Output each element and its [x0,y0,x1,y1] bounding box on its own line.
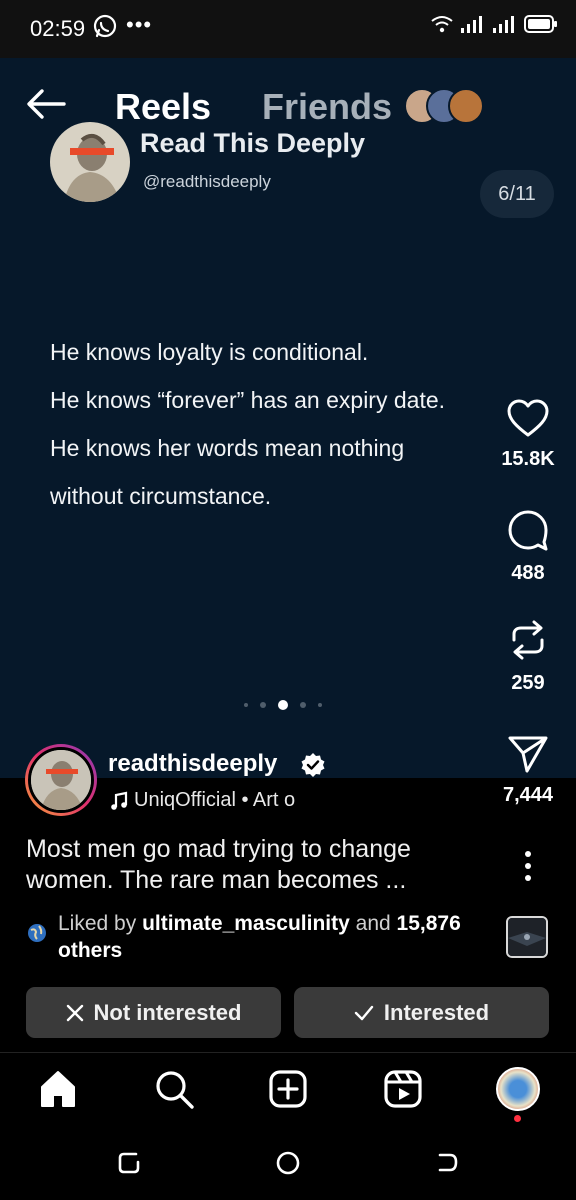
liked-prefix: Liked by [58,912,137,935]
system-back-icon[interactable] [432,1148,462,1178]
repost-action[interactable]: 259 [490,618,566,695]
verified-icon [301,753,325,777]
tab-friends[interactable]: Friends [262,86,392,128]
repost-count: 259 [511,672,545,694]
battery-icon [524,15,557,33]
comment-count: 488 [511,562,545,584]
status-time: 02:59 [30,16,86,41]
quote-text: He knows loyalty is conditional. He know… [50,328,445,520]
send-icon[interactable] [507,734,549,774]
carousel-dot [318,703,322,707]
post-author-handle: @readthisdeeply [143,172,271,191]
share-count: 7,444 [502,784,554,806]
search-icon[interactable] [152,1067,196,1111]
x-icon [66,1004,83,1021]
heart-icon[interactable] [506,398,550,438]
carousel-dot [300,702,306,708]
system-nav-bar [0,1128,576,1200]
tab-reels[interactable]: Reels [115,86,211,128]
recent-apps-icon[interactable] [114,1148,144,1178]
quote-line: He knows loyalty is conditional. [50,339,369,365]
friend-avatars[interactable] [404,88,484,124]
carousel-dot [278,700,288,710]
notification-dot [514,1115,521,1122]
friend-avatar [448,88,484,124]
whatsapp-icon [93,14,117,38]
back-arrow-icon[interactable] [24,86,68,122]
interested-button[interactable]: Interested [294,987,549,1038]
audio-label: UniqOfficial • Art o [134,789,296,811]
caption[interactable]: Most men go mad trying to change women. … [26,834,466,896]
status-indicators [430,14,558,34]
comment-icon[interactable] [506,508,550,552]
bottom-nav [0,1052,576,1129]
status-more-icon: ••• [126,12,153,37]
signal-icon-2 [493,16,514,33]
globe-icon [28,924,46,942]
like-count: 15.8K [501,448,555,470]
audio-thumbnail[interactable] [506,916,548,958]
repost-icon[interactable] [506,618,550,662]
interested-label: Interested [383,999,490,1025]
comment-action[interactable]: 488 [490,508,566,585]
author-username[interactable]: readthisdeeply [108,750,277,778]
reels-icon[interactable] [381,1067,425,1111]
slide-counter: 6/11 [480,170,554,218]
share-action[interactable]: 7,444 [490,734,566,807]
home-circle-icon[interactable] [273,1148,303,1178]
check-icon [354,1005,374,1020]
carousel-dot [244,703,248,707]
quote-line: He knows “forever” has an expiry date. [50,387,446,413]
not-interested-label: Not interested [93,999,242,1025]
carousel-dots [244,700,322,710]
audio-row[interactable]: UniqOfficial • Art o [110,789,295,812]
author-avatar[interactable] [25,744,97,816]
status-bar: 02:59 ••• [0,0,576,58]
post-author-avatar [50,122,130,202]
home-icon[interactable] [36,1067,80,1111]
carousel-dot [260,702,266,708]
wifi-icon [431,16,453,33]
liked-count: 15,876 [396,912,461,935]
create-icon[interactable] [266,1067,310,1111]
like-action[interactable]: 15.8K [490,398,566,471]
quote-line: He knows her words mean nothing [50,435,405,461]
liked-middle: and [355,912,391,935]
more-vertical-icon[interactable] [516,848,540,884]
liked-user[interactable]: ultimate_masculinity [142,912,350,935]
liked-suffix: others [58,939,123,962]
signal-icon [461,16,482,33]
music-note-icon [111,791,128,810]
post-author-name: Read This Deeply [140,128,366,158]
not-interested-button[interactable]: Not interested [26,987,281,1038]
liked-by[interactable]: Liked by ultimate_masculinity and 15,876… [26,910,496,964]
quote-line: without circumstance. [50,483,272,509]
profile-nav-avatar[interactable] [496,1067,540,1111]
